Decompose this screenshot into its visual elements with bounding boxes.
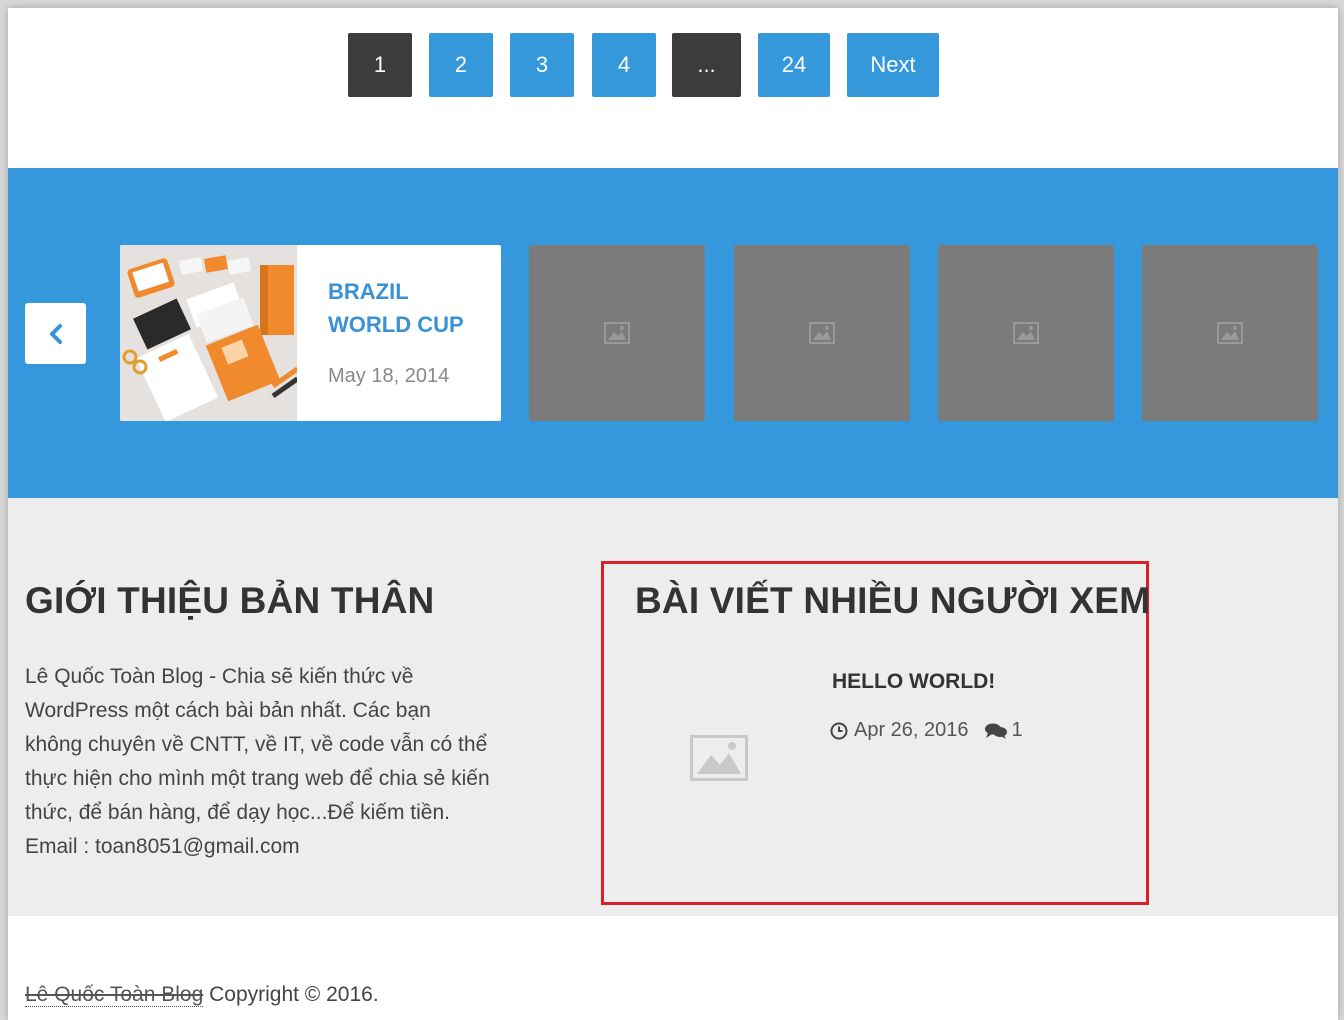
image-placeholder-icon: [604, 322, 630, 344]
page-ellipsis: ...: [672, 33, 741, 97]
pagination: 1 2 3 4 ... 24 Next: [8, 33, 1338, 99]
chevron-left-icon: [49, 323, 62, 344]
featured-post-thumbnail: [120, 245, 300, 421]
footer-copyright: Copyright © 2016.: [209, 983, 379, 1006]
slider-placeholder-4[interactable]: [1142, 245, 1318, 421]
about-line: WordPress một cách bài bản nhất. Các bạn: [25, 699, 431, 722]
slider-placeholder-1[interactable]: [529, 245, 705, 421]
image-placeholder-icon: [690, 735, 748, 781]
slider-placeholder-2[interactable]: [734, 245, 910, 421]
comments-icon: [984, 723, 1007, 739]
image-placeholder-icon: [1013, 322, 1039, 344]
footer-site-link[interactable]: Lê Quốc Toàn Blog: [25, 983, 204, 1007]
related-posts-slider: BRAZIL WORLD CUP May 18, 2014: [8, 168, 1338, 498]
page: 1 2 3 4 ... 24 Next BRAZIL WORLD CUP May…: [8, 8, 1338, 1020]
popular-post-title[interactable]: HELLO WORLD!: [832, 670, 995, 694]
page-3-button[interactable]: 3: [510, 33, 574, 97]
page-2-button[interactable]: 2: [429, 33, 493, 97]
about-widget-title: GIỚI THIỆU BẢN THÂN: [25, 580, 435, 621]
page-1-button[interactable]: 1: [348, 33, 412, 97]
popular-post-comment-count[interactable]: 1: [1012, 719, 1023, 742]
about-widget-text: Lê Quốc Toàn Blog - Chia sẽ kiến thức về…: [25, 660, 555, 864]
featured-post-title[interactable]: BRAZIL WORLD CUP: [328, 275, 488, 341]
about-email: Email : toan8051@gmail.com: [25, 835, 300, 858]
site-footer: Lê Quốc Toàn Blog Copyright © 2016.: [25, 983, 379, 1007]
about-line: thực hiện cho mình một trang web để chia…: [25, 767, 490, 790]
popular-posts-title: BÀI VIẾT NHIỀU NGƯỜI XEM: [635, 580, 1151, 621]
featured-post-card[interactable]: BRAZIL WORLD CUP May 18, 2014: [120, 245, 501, 421]
featured-post-date: May 18, 2014: [328, 365, 450, 387]
next-page-button[interactable]: Next: [847, 33, 939, 97]
stationery-image: [120, 245, 300, 421]
image-placeholder-icon: [809, 322, 835, 344]
footer-widgets: GIỚI THIỆU BẢN THÂN Lê Quốc Toàn Blog - …: [8, 498, 1338, 916]
popular-post-date: Apr 26, 2016: [854, 719, 969, 741]
slider-placeholder-3[interactable]: [938, 245, 1114, 421]
about-line: thức, để bán hàng, để dạy học...Để kiếm …: [25, 801, 450, 824]
clock-icon: [830, 722, 848, 739]
slider-prev-button[interactable]: [25, 303, 86, 364]
image-placeholder-icon: [1217, 322, 1243, 344]
about-line: không chuyên về CNTT, về IT, về code vẫn…: [25, 733, 488, 756]
page-4-button[interactable]: 4: [592, 33, 656, 97]
popular-post-thumbnail[interactable]: [690, 735, 748, 781]
about-line: Lê Quốc Toàn Blog - Chia sẽ kiến thức về: [25, 665, 414, 688]
page-24-button[interactable]: 24: [758, 33, 830, 97]
popular-post-meta: Apr 26, 2016 1: [830, 719, 1023, 742]
